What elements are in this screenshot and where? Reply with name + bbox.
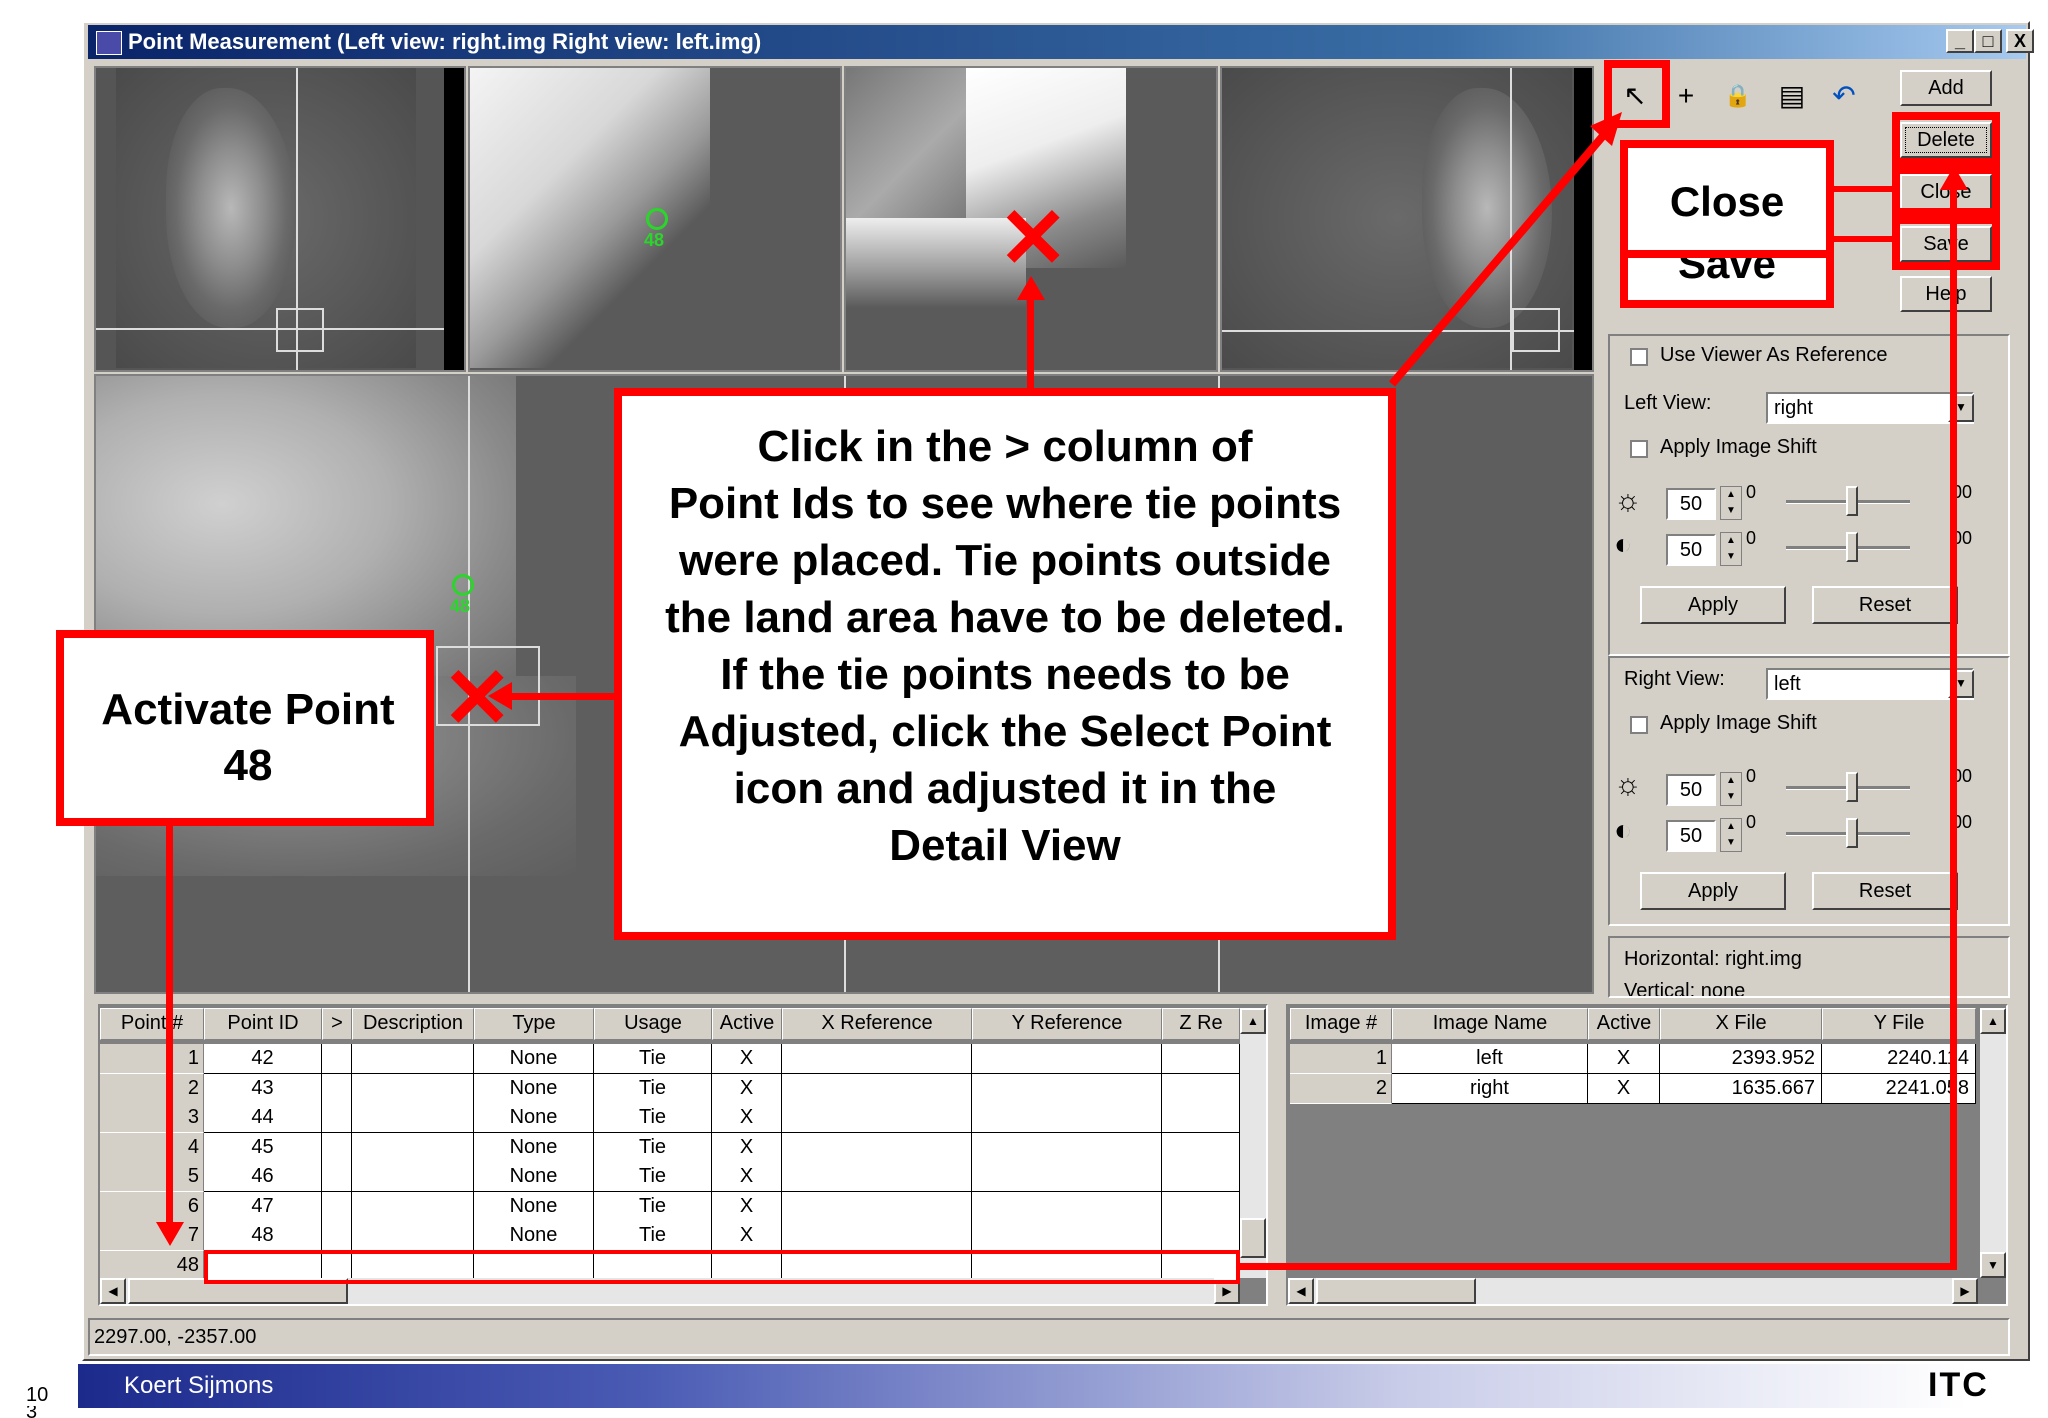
- arrow-to-row: [166, 826, 173, 1226]
- vertical-to-delete-line: [1950, 188, 1957, 1270]
- row-to-delete-line: [1240, 1263, 1954, 1270]
- arrowhead-to-delete: [1940, 166, 1968, 190]
- row-48-highlight: [204, 1250, 1240, 1284]
- arrowhead-down: [156, 1222, 184, 1246]
- annotation-svg: [1388, 112, 1622, 387]
